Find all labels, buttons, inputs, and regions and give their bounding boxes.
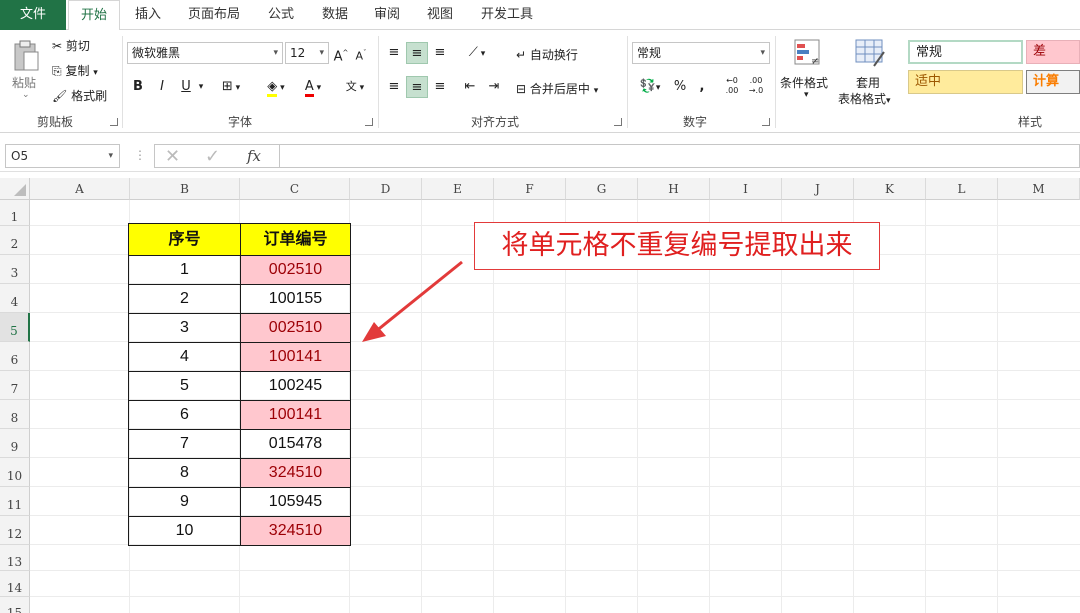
arrow-icon xyxy=(362,260,463,342)
excel-window: 文件 开始 插入 页面布局 公式 数据 审阅 视图 开发工具 粘贴 ⌄ ✂ 剪切… xyxy=(0,0,1080,613)
